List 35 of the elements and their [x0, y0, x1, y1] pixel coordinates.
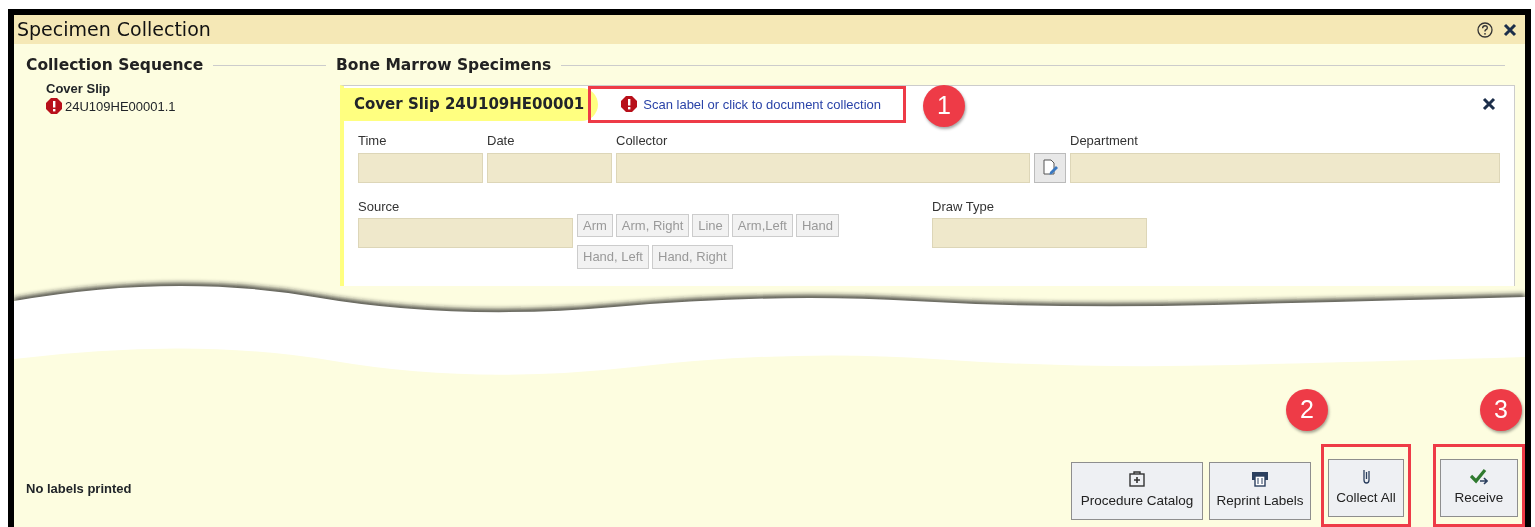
input-field[interactable] [487, 152, 612, 183]
input-field[interactable] [358, 152, 483, 183]
window-title: Specimen Collection [17, 18, 212, 41]
close-icon[interactable] [1503, 22, 1517, 37]
sequence-item-name: Cover Slip [46, 82, 112, 97]
field-label: Date [487, 132, 516, 151]
medical-kit-icon [1128, 470, 1146, 489]
specimen-id[interactable]: 24U109HE00001.1 [65, 96, 176, 117]
field-label: Source [358, 197, 401, 216]
callout-number: 3 [1480, 389, 1522, 431]
printer-icon [1251, 470, 1269, 489]
status-text: No labels printed [26, 479, 133, 498]
callout-number: 2 [1286, 389, 1328, 431]
callout-number: 1 [923, 84, 965, 127]
input-field[interactable] [932, 218, 1147, 249]
scan-label-link[interactable]: Scan label or click to document collection [621, 94, 881, 114]
action-button[interactable]: Reprint Labels [1209, 462, 1311, 520]
action-button[interactable]: Collect All [1328, 459, 1404, 517]
input-field[interactable] [358, 218, 573, 249]
help-icon[interactable] [1477, 21, 1493, 38]
field-label: Draw Type [932, 197, 995, 216]
action-button[interactable]: Receive [1440, 459, 1518, 517]
field-label: Time [358, 132, 388, 151]
edit-icon [1041, 159, 1059, 177]
field-label: Department [1070, 132, 1139, 151]
checkmark-icon [1470, 467, 1488, 486]
action-button[interactable]: Procedure Catalog [1071, 462, 1203, 520]
close-icon[interactable] [1482, 97, 1496, 112]
card-title: Cover Slip 24U109HE00001 [344, 88, 599, 121]
input-field[interactable] [616, 152, 1030, 183]
edit-button[interactable] [1034, 152, 1066, 183]
section-heading: Bone Marrow Specimens [336, 55, 552, 76]
input-field[interactable] [1070, 152, 1500, 183]
section-heading: Collection Sequence [26, 55, 204, 76]
field-label: Collector [616, 132, 669, 151]
